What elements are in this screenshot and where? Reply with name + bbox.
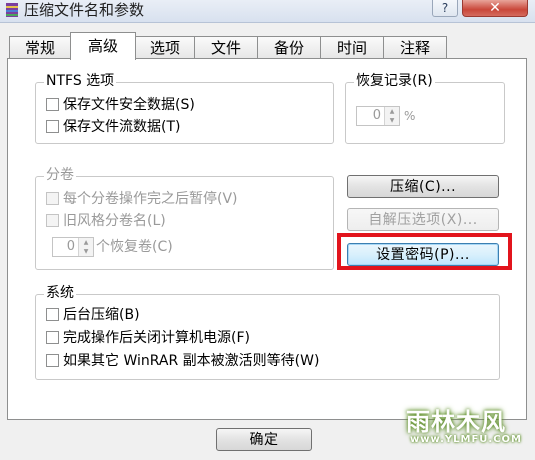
recovery-record-title: 恢复记录(R) xyxy=(354,72,435,90)
checkbox-box[interactable] xyxy=(46,214,59,227)
checkbox-box[interactable] xyxy=(46,98,59,111)
recovery-record-spinner[interactable]: 0 ▲ ▼ xyxy=(356,106,400,126)
system-title: 系统 xyxy=(44,284,76,302)
save-security-checkbox[interactable]: 保存文件安全数据(S) xyxy=(46,95,195,115)
recovery-volumes-spinner[interactable]: 0 ▲ ▼ xyxy=(52,237,94,257)
background-compress-label: 后台压缩(B) xyxy=(63,307,140,323)
save-streams-checkbox[interactable]: 保存文件流数据(T) xyxy=(46,117,180,137)
ok-button[interactable]: 确定 xyxy=(216,428,312,451)
site-watermark-logo: 雨林木风 www.YLMFU.COM xyxy=(400,396,530,456)
checkbox-box[interactable] xyxy=(46,192,59,205)
recovery-record-value: 0 xyxy=(372,108,381,123)
shutdown-after-checkbox[interactable]: 完成操作后关闭计算机电源(F) xyxy=(46,328,250,348)
tab-files[interactable]: 文件 xyxy=(194,36,258,59)
window-title: 压缩文件名和参数 xyxy=(24,1,145,19)
password-button-highlight xyxy=(337,233,512,270)
title-bar: 压缩文件名和参数 ? ✕ xyxy=(0,0,535,23)
tab-backup[interactable]: 备份 xyxy=(257,36,321,59)
ntfs-options-title: NTFS 选项 xyxy=(44,72,117,90)
volumes-group: 分卷 每个分卷操作完之后暂停(V) 旧风格分卷名(L) 0 ▲ ▼ 个恢复卷(C) xyxy=(35,166,334,270)
tab-comment[interactable]: 注释 xyxy=(383,36,447,59)
save-security-label: 保存文件安全数据(S) xyxy=(63,97,195,113)
compression-button[interactable]: 压缩(C)... xyxy=(347,175,499,198)
background-compress-checkbox[interactable]: 后台压缩(B) xyxy=(46,305,140,325)
wait-for-winrar-checkbox[interactable]: 如果其它 WinRAR 副本被激活则等待(W) xyxy=(46,351,319,371)
help-button[interactable]: ? xyxy=(432,0,458,17)
old-style-names-label: 旧风格分卷名(L) xyxy=(63,213,166,229)
pause-after-volume-label: 每个分卷操作完之后暂停(V) xyxy=(63,191,238,207)
pause-after-volume-checkbox[interactable]: 每个分卷操作完之后暂停(V) xyxy=(46,189,238,209)
winrar-app-icon xyxy=(6,3,18,17)
old-style-names-checkbox[interactable]: 旧风格分卷名(L) xyxy=(46,211,166,231)
watermark-url: www.YLMFU.COM xyxy=(410,434,522,445)
ntfs-options-group: NTFS 选项 保存文件安全数据(S) 保存文件流数据(T) xyxy=(35,72,334,144)
tab-options[interactable]: 选项 xyxy=(135,36,195,59)
checkbox-box[interactable] xyxy=(46,331,59,344)
tab-time[interactable]: 时间 xyxy=(320,36,384,59)
recovery-volumes-label: 个恢复卷(C) xyxy=(96,239,173,255)
checkbox-box[interactable] xyxy=(46,120,59,133)
volumes-title: 分卷 xyxy=(44,166,76,184)
tab-general[interactable]: 常规 xyxy=(9,36,71,59)
spinner-arrows-icon[interactable]: ▲ ▼ xyxy=(78,238,93,256)
recovery-record-group: 恢复记录(R) 0 ▲ ▼ % xyxy=(345,72,505,144)
checkbox-box[interactable] xyxy=(46,354,59,367)
wait-for-winrar-label: 如果其它 WinRAR 副本被激活则等待(W) xyxy=(63,353,320,369)
save-streams-label: 保存文件流数据(T) xyxy=(63,119,181,135)
system-group: 系统 后台压缩(B) 完成操作后关闭计算机电源(F) 如果其它 WinRAR 副… xyxy=(35,284,500,380)
sfx-options-button[interactable]: 自解压选项(X)... xyxy=(347,208,499,231)
close-button[interactable]: ✕ xyxy=(462,0,528,17)
recovery-volumes-value: 0 xyxy=(66,239,75,254)
spinner-arrows-icon[interactable]: ▲ ▼ xyxy=(384,107,399,125)
shutdown-after-label: 完成操作后关闭计算机电源(F) xyxy=(63,330,250,346)
watermark-text: 雨林木风 xyxy=(406,408,506,436)
recovery-record-unit: % xyxy=(404,109,416,123)
tab-advanced[interactable]: 高级 xyxy=(70,32,136,60)
checkbox-box[interactable] xyxy=(46,308,59,321)
